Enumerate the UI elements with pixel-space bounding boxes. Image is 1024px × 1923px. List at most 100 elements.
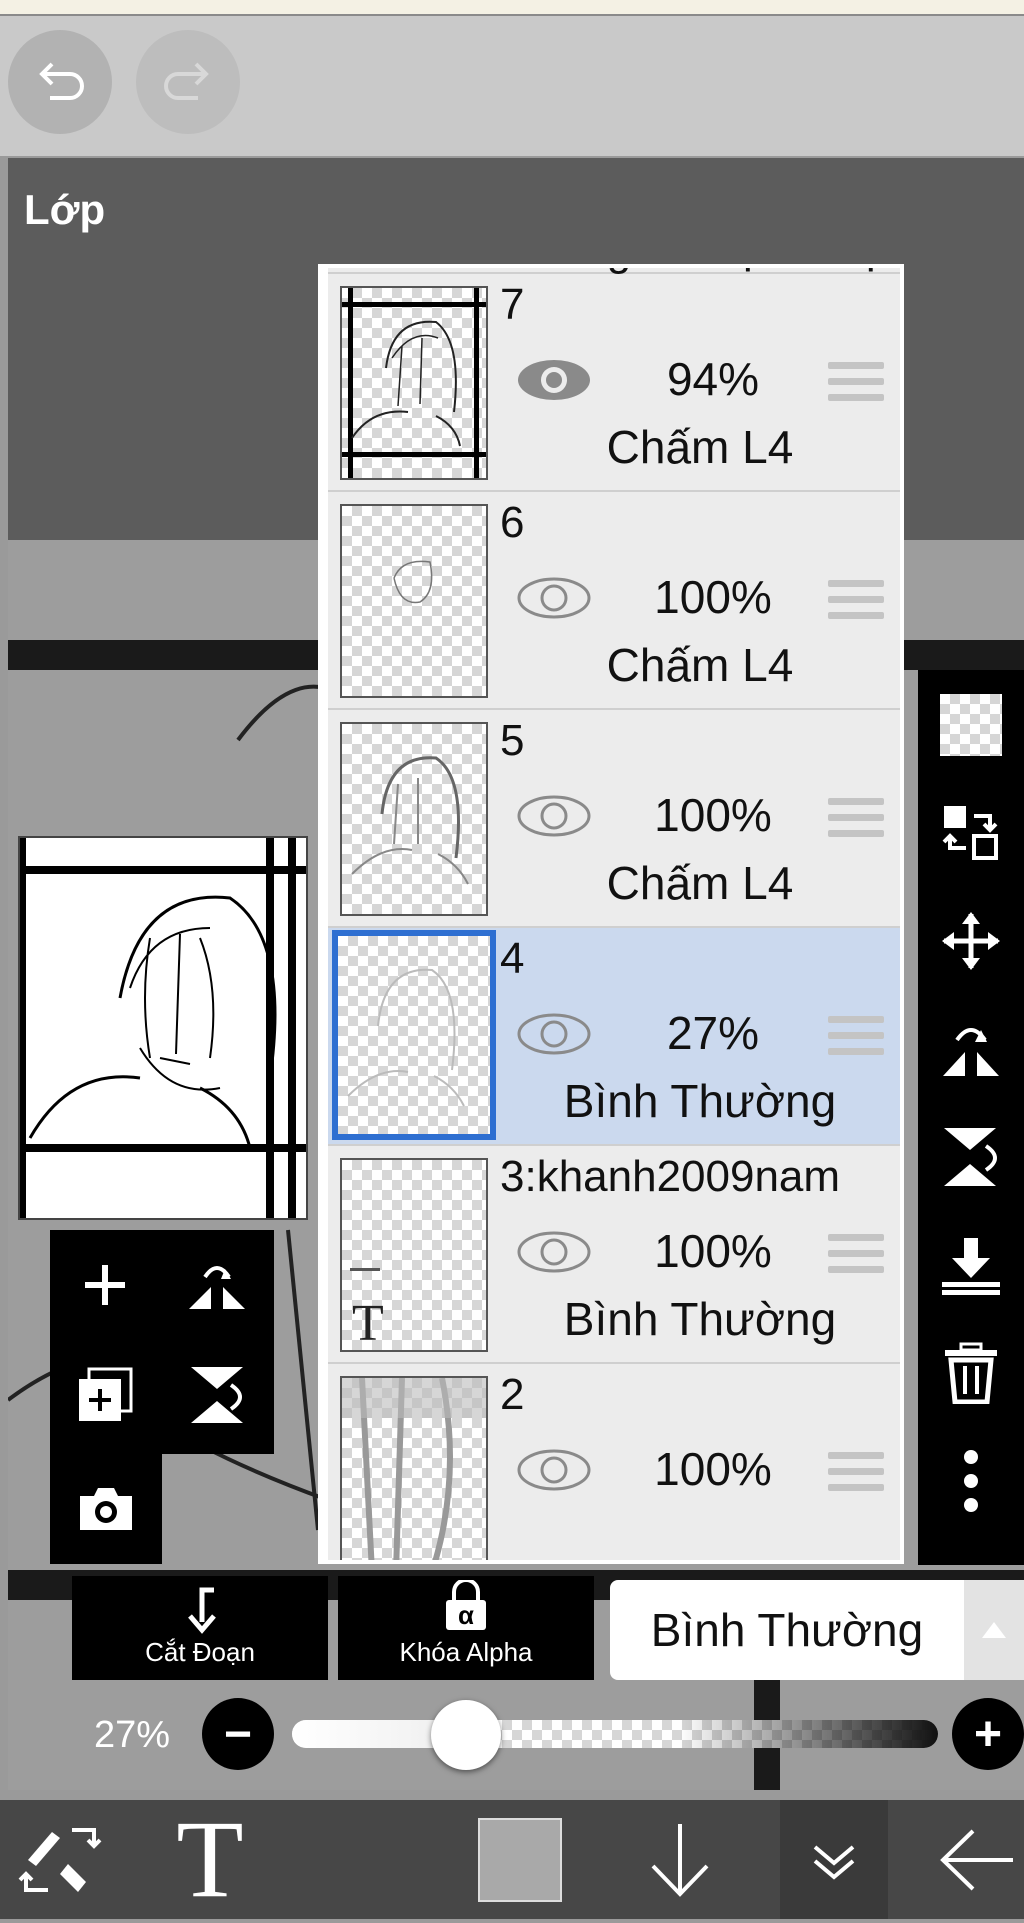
layer-thumbnail xyxy=(340,286,488,480)
layer-opacity: 27% xyxy=(666,1007,760,1059)
clipping-label: Cắt Đoạn xyxy=(145,1637,255,1667)
blend-mode-dropdown[interactable] xyxy=(964,1580,1024,1680)
layer-name: 6 xyxy=(500,498,525,547)
transparent-fill-button[interactable] xyxy=(938,692,1004,758)
canvas-preview[interactable] xyxy=(18,836,308,1220)
more-vertical-icon xyxy=(964,1450,978,1512)
layer-thumbnail xyxy=(340,504,488,698)
layer-thumbnail xyxy=(340,722,488,916)
layer-name: 7 xyxy=(500,280,525,329)
checker-icon xyxy=(940,694,1002,756)
layers-toggle-button[interactable] xyxy=(780,1800,888,1919)
drag-handle-icon[interactable] xyxy=(828,1234,884,1274)
opacity-slider[interactable] xyxy=(292,1720,938,1748)
undo-icon xyxy=(39,62,84,100)
layer-row-2[interactable]: 2 100% xyxy=(328,1364,900,1560)
opacity-value: 27% xyxy=(94,1714,171,1756)
redo-icon xyxy=(164,62,209,100)
blend-mode-select[interactable]: Bình Thường xyxy=(610,1580,964,1680)
flip-vertical-button[interactable] xyxy=(938,1124,1004,1190)
layer-blend-mode: Bình Thường xyxy=(563,1293,837,1345)
redo-button[interactable] xyxy=(136,30,240,134)
brush-eraser-icon xyxy=(18,1827,102,1892)
color-swatch-button[interactable] xyxy=(470,1800,570,1919)
arrow-down-icon xyxy=(651,1823,709,1897)
opacity-increase-button[interactable]: + xyxy=(952,1698,1024,1770)
camera-button[interactable] xyxy=(50,1454,162,1564)
layer-row-3[interactable]: T 3:khanh2009nam 100% Bình Thường xyxy=(328,1146,900,1364)
delete-layer-button[interactable] xyxy=(938,1340,1004,1406)
layer-name: 4 xyxy=(500,934,525,983)
layer-row-5[interactable]: 5 100% Chấm L4 xyxy=(328,710,900,928)
layer-name: 3:khanh2009nam xyxy=(500,1152,841,1201)
layer-name: 5 xyxy=(500,716,525,765)
double-chevron-down-icon xyxy=(813,1844,855,1880)
drag-handle-icon[interactable] xyxy=(828,1016,884,1056)
slider-gradient xyxy=(678,1720,938,1748)
add-layer-button[interactable] xyxy=(60,1240,150,1330)
flip-vertical-layer-button[interactable] xyxy=(172,1350,262,1440)
eye-icon[interactable] xyxy=(516,1228,592,1276)
alpha-symbol: α xyxy=(458,1600,474,1630)
layer-thumbnail xyxy=(332,930,496,1140)
opacity-decrease-button[interactable]: − xyxy=(202,1698,274,1770)
layer-down-button[interactable] xyxy=(630,1800,730,1919)
preview-drawing xyxy=(20,838,306,1218)
trash-icon xyxy=(945,1342,997,1404)
plus-icon xyxy=(85,1265,125,1305)
flip-horizontal-icon xyxy=(943,1028,999,1076)
layer-thumbnail: T xyxy=(340,1158,488,1352)
merge-down-icon xyxy=(942,1238,1000,1295)
slider-knob[interactable] xyxy=(431,1700,502,1770)
eye-icon[interactable] xyxy=(516,1446,592,1494)
selection-thumb xyxy=(340,264,490,268)
camera-icon xyxy=(80,1488,132,1530)
text-tool-button[interactable]: T xyxy=(160,1798,260,1920)
panel-title: Lớp xyxy=(24,186,106,233)
swap-layer-button[interactable] xyxy=(938,800,1004,866)
flip-vertical-icon xyxy=(944,1128,997,1186)
move-layer-button[interactable] xyxy=(938,908,1004,974)
drag-handle-icon[interactable] xyxy=(828,580,884,620)
layer-opacity: 100% xyxy=(654,789,772,841)
lock-icon: α xyxy=(444,1580,488,1632)
alpha-lock-button[interactable]: α Khóa Alpha xyxy=(338,1576,594,1680)
minus-icon: − xyxy=(223,1707,253,1761)
eye-icon[interactable] xyxy=(516,356,592,404)
layer-row-4[interactable]: 4 27% Bình Thường xyxy=(328,928,900,1146)
layer-blend-mode: Bình Thường xyxy=(563,1075,837,1127)
undo-button[interactable] xyxy=(8,30,112,134)
flip-vertical-icon xyxy=(191,1367,243,1423)
layer-blend-mode: Chấm L4 xyxy=(606,639,794,691)
eye-icon[interactable] xyxy=(516,1010,592,1058)
layer-right-toolbar xyxy=(918,670,1024,1565)
layer-row-7[interactable]: 7 94% Chấm L4 xyxy=(328,274,900,492)
drag-handle-icon[interactable] xyxy=(828,1452,884,1492)
color-swatch xyxy=(478,1817,562,1902)
back-button[interactable] xyxy=(930,1800,1024,1919)
clipping-arrow-icon xyxy=(188,1587,216,1634)
eye-icon[interactable] xyxy=(516,792,592,840)
brush-eraser-toggle[interactable] xyxy=(10,1800,110,1919)
flip-horizontal-button[interactable] xyxy=(938,1016,1004,1082)
layer-opacity: 100% xyxy=(654,571,772,623)
layer-blend-mode: Chấm L4 xyxy=(606,421,794,473)
layer-row-no-selection[interactable]: Không Có Lựa Chọn xyxy=(328,264,900,275)
duplicate-layer-button[interactable] xyxy=(60,1350,150,1440)
eye-icon[interactable] xyxy=(516,574,592,622)
merge-down-button[interactable] xyxy=(938,1232,1004,1298)
drag-handle-icon[interactable] xyxy=(828,798,884,838)
layer-list[interactable]: Không Có Lựa Chọn 7 94% Chấm L4 6 100% C… xyxy=(318,264,904,1564)
arrow-left-icon xyxy=(940,1829,1013,1890)
clipping-button[interactable]: Cắt Đoạn xyxy=(72,1576,328,1680)
layer-row-6[interactable]: 6 100% Chấm L4 xyxy=(328,492,900,710)
layer-opacity: 100% xyxy=(654,1225,772,1277)
layer-opacity: 100% xyxy=(654,1443,772,1495)
drag-handle-icon[interactable] xyxy=(828,362,884,402)
status-strip xyxy=(0,0,1024,16)
flip-horizontal-layer-button[interactable] xyxy=(172,1240,262,1330)
top-toolbar xyxy=(0,16,1024,156)
layer-thumbnail xyxy=(340,1376,488,1560)
more-options-button[interactable] xyxy=(938,1448,1004,1514)
layer-blend-mode: Chấm L4 xyxy=(606,857,794,909)
